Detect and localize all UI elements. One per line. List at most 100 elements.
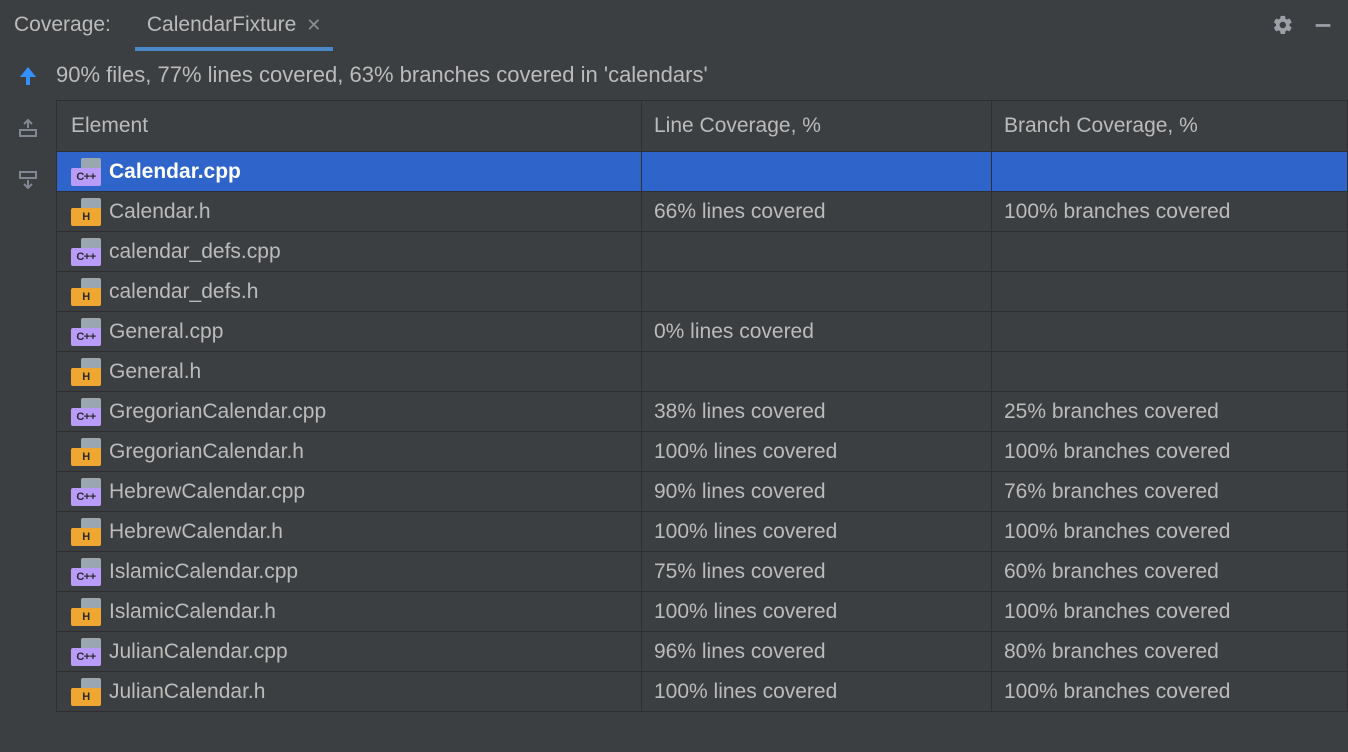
file-name: IslamicCalendar.cpp (109, 560, 298, 584)
header-file-icon: H (71, 358, 101, 386)
table-row[interactable]: HGregorianCalendar.h100% lines covered10… (57, 431, 1347, 471)
cell-branch-coverage: 25% branches covered (992, 392, 1347, 431)
header-file-icon: H (71, 598, 101, 626)
gear-icon[interactable] (1272, 14, 1294, 36)
cell-branch-coverage (992, 352, 1347, 391)
cpp-file-icon: C++ (71, 158, 101, 186)
table-row[interactable]: H IslamicCalendar.h 100% lines covered100%… (57, 591, 1347, 631)
panel-title: Coverage: (14, 13, 111, 37)
cell-branch-coverage (992, 232, 1347, 271)
coverage-tab[interactable]: CalendarFixture ✕ (139, 0, 330, 50)
cell-line-coverage: 90% lines covered (642, 472, 992, 511)
cell-line-coverage: 100% lines covered (642, 432, 992, 471)
close-tab-icon[interactable]: ✕ (306, 15, 321, 36)
cell-element: Hcalendar_defs.h (57, 272, 642, 311)
column-header-branch[interactable]: Branch Coverage, % (992, 101, 1347, 151)
file-name: calendar_defs.cpp (109, 240, 281, 264)
header-file-icon: H (71, 198, 101, 226)
column-header-line[interactable]: Line Coverage, % (642, 101, 992, 151)
cell-line-coverage: 96% lines covered (642, 632, 992, 671)
cell-line-coverage (642, 232, 992, 271)
autoscroll-icon[interactable] (16, 168, 40, 192)
cpp-file-icon: C++ (71, 238, 101, 266)
cell-element: H IslamicCalendar.h (57, 592, 642, 631)
file-name: HebrewCalendar.h (109, 520, 283, 544)
file-name: IslamicCalendar.h (109, 600, 276, 624)
file-name: calendar_defs.h (109, 280, 258, 304)
table-header: Element Line Coverage, % Branch Coverage… (57, 101, 1347, 151)
cell-branch-coverage: 100% branches covered (992, 512, 1347, 551)
header-file-icon: H (71, 278, 101, 306)
cell-line-coverage: 0% lines covered (642, 312, 992, 351)
cell-element: H General.h (57, 352, 642, 391)
table-row[interactable]: C++ Calendar.cpp (57, 151, 1347, 191)
file-name: JulianCalendar.cpp (109, 640, 288, 664)
table-row[interactable]: H JulianCalendar.h 100% lines covered100% … (57, 671, 1347, 711)
cpp-file-icon: C++ (71, 398, 101, 426)
cell-element: HGregorianCalendar.h (57, 432, 642, 471)
cell-branch-coverage (992, 312, 1347, 351)
cpp-file-icon: C++ (71, 478, 101, 506)
cell-line-coverage: 100% lines covered (642, 672, 992, 711)
table-row[interactable]: H Calendar.h 66% lines covered100% branche… (57, 191, 1347, 231)
table-row[interactable]: C++ IslamicCalendar.cpp 75% lines covered6… (57, 551, 1347, 591)
header-file-icon: H (71, 518, 101, 546)
table-row[interactable]: C++ General.cpp 0% lines covered (57, 311, 1347, 351)
cell-branch-coverage: 76% branches covered (992, 472, 1347, 511)
file-name: GregorianCalendar.h (109, 440, 304, 464)
cell-element: C++ General.cpp (57, 312, 642, 351)
coverage-summary: 90% files, 77% lines covered, 63% branch… (56, 50, 1348, 100)
file-name: Calendar.h (109, 200, 211, 224)
cell-line-coverage (642, 272, 992, 311)
file-name: General.h (109, 360, 201, 384)
cell-line-coverage (642, 352, 992, 391)
cell-element: C++ IslamicCalendar.cpp (57, 552, 642, 591)
flatten-packages-icon[interactable] (16, 116, 40, 140)
cell-element: H JulianCalendar.h (57, 672, 642, 711)
cell-branch-coverage (992, 272, 1347, 311)
cpp-file-icon: C++ (71, 558, 101, 586)
tab-label: CalendarFixture (147, 13, 296, 37)
cell-branch-coverage: 100% branches covered (992, 192, 1347, 231)
cell-element: H HebrewCalendar.h (57, 512, 642, 551)
cell-line-coverage: 100% lines covered (642, 592, 992, 631)
cell-element: C++ calendar_defs.cpp (57, 232, 642, 271)
table-row[interactable]: H General.h (57, 351, 1347, 391)
navigate-up-icon[interactable] (16, 64, 40, 88)
table-row[interactable]: C++ HebrewCalendar.cpp 90% lines covered76… (57, 471, 1347, 511)
cell-line-coverage: 100% lines covered (642, 512, 992, 551)
cell-element: C++ HebrewCalendar.cpp (57, 472, 642, 511)
table-row[interactable]: C++ GregorianCalendar.cpp 38% lines covere… (57, 391, 1347, 431)
file-name: HebrewCalendar.cpp (109, 480, 305, 504)
cell-branch-coverage: 100% branches covered (992, 432, 1347, 471)
table-row[interactable]: C++ JulianCalendar.cpp 96% lines covered80… (57, 631, 1347, 671)
file-name: JulianCalendar.h (109, 680, 265, 704)
cell-branch-coverage: 80% branches covered (992, 632, 1347, 671)
file-name: Calendar.cpp (109, 160, 241, 184)
column-header-element[interactable]: Element (57, 101, 642, 151)
cell-branch-coverage (992, 152, 1347, 191)
cpp-file-icon: C++ (71, 638, 101, 666)
cpp-file-icon: C++ (71, 318, 101, 346)
table-row[interactable]: C++ calendar_defs.cpp (57, 231, 1347, 271)
tab-active-indicator (135, 47, 334, 51)
panel-header: Coverage: CalendarFixture ✕ (0, 0, 1348, 50)
file-name: GregorianCalendar.cpp (109, 400, 326, 424)
cell-line-coverage: 38% lines covered (642, 392, 992, 431)
file-name: General.cpp (109, 320, 223, 344)
cell-element: C++ GregorianCalendar.cpp (57, 392, 642, 431)
cell-element: C++ JulianCalendar.cpp (57, 632, 642, 671)
header-file-icon: H (71, 678, 101, 706)
table-row[interactable]: H HebrewCalendar.h 100% lines covered100% … (57, 511, 1347, 551)
cell-line-coverage (642, 152, 992, 191)
minimize-icon[interactable] (1312, 14, 1334, 36)
cell-line-coverage: 75% lines covered (642, 552, 992, 591)
table-row[interactable]: Hcalendar_defs.h (57, 271, 1347, 311)
coverage-toolbar (0, 50, 56, 752)
cell-branch-coverage: 60% branches covered (992, 552, 1347, 591)
coverage-table: Element Line Coverage, % Branch Coverage… (56, 100, 1348, 712)
cell-branch-coverage: 100% branches covered (992, 672, 1347, 711)
cell-branch-coverage: 100% branches covered (992, 592, 1347, 631)
cell-element: H Calendar.h (57, 192, 642, 231)
cell-line-coverage: 66% lines covered (642, 192, 992, 231)
